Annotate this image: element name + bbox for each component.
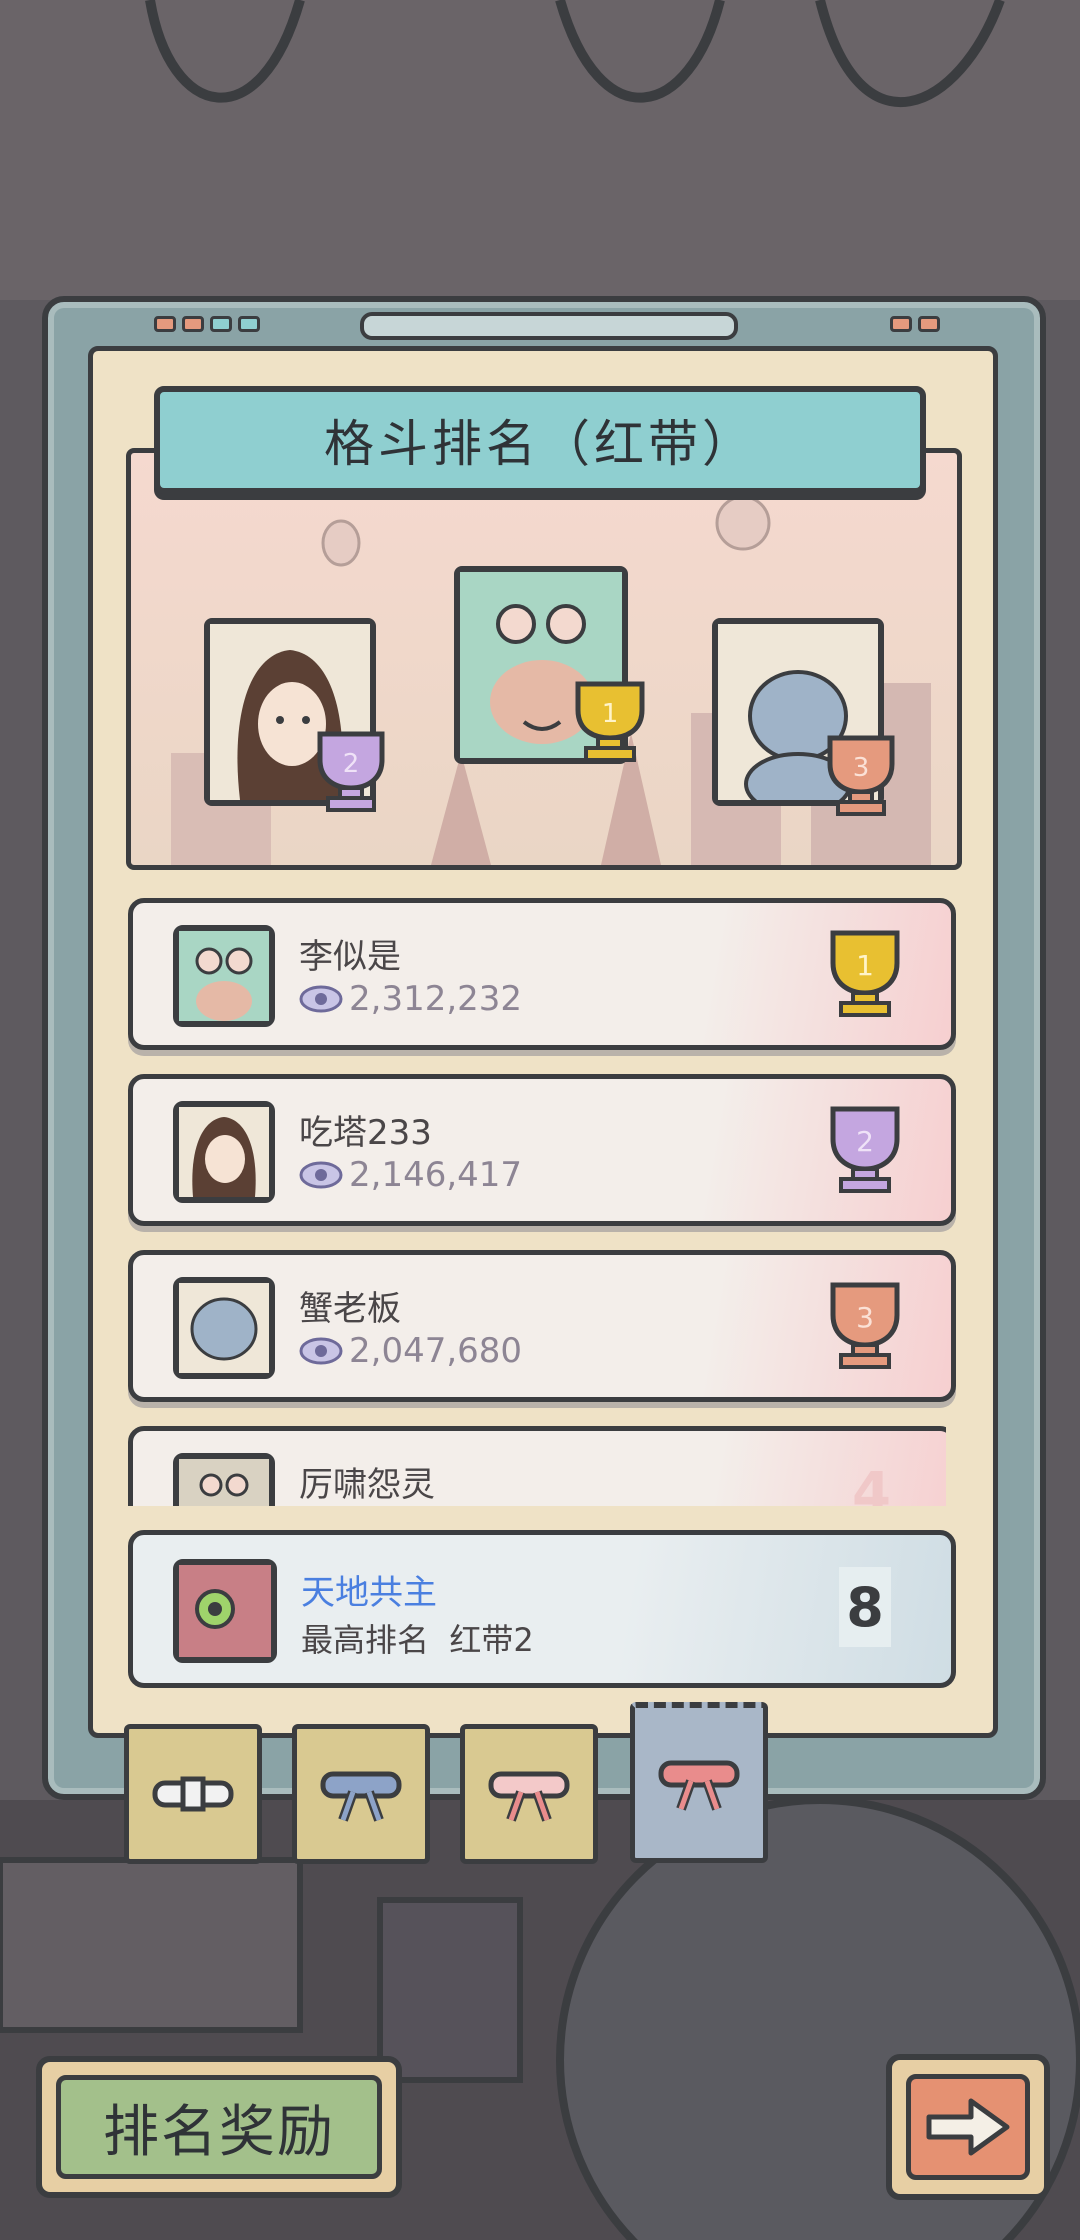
purple-trophy-icon: 2: [317, 731, 385, 812]
rank-number: 4: [852, 1461, 891, 1506]
my-rank-row[interactable]: 天地共主 最高排名 红带2 8: [128, 1530, 956, 1688]
white-belt-icon: [152, 1776, 234, 1812]
best-rank-value: 红带2: [449, 1621, 534, 1659]
svg-text:1: 1: [602, 699, 619, 729]
my-player-name: 天地共主: [301, 1573, 437, 1613]
svg-text:2: 2: [343, 749, 360, 779]
player-name: 李似是: [299, 937, 401, 977]
ranking-row-1[interactable]: 李似是 2,312,232 1: [128, 898, 956, 1050]
gold-trophy-icon: 1: [575, 681, 645, 762]
red-belt-icon: [658, 1760, 740, 1811]
score-value: 2,312,232: [349, 979, 523, 1019]
svg-text:2: 2: [856, 1125, 874, 1158]
indicator-light: [238, 316, 260, 332]
red-white-belt-icon: [488, 1771, 570, 1822]
tab-white-belt[interactable]: [124, 1724, 262, 1864]
ranking-reward-button[interactable]: 排名奖励: [36, 2056, 402, 2198]
score-value: 2,146,417: [349, 1155, 523, 1195]
bronze-trophy-icon: 3: [827, 735, 895, 816]
svg-text:3: 3: [856, 1301, 874, 1334]
svg-text:3: 3: [853, 753, 870, 783]
ranking-reward-label: 排名奖励: [56, 2075, 382, 2179]
bronze-trophy-icon: 3: [830, 1282, 900, 1369]
avatar: [173, 1453, 275, 1506]
ranking-row-3[interactable]: 蟹老板 2,047,680 3: [128, 1250, 956, 1402]
avatar: [173, 1559, 277, 1663]
svg-text:1: 1: [856, 949, 874, 982]
player-name: 蟹老板: [299, 1289, 401, 1329]
eye-icon: [299, 1337, 343, 1365]
device-top-bar: [360, 312, 738, 340]
next-button[interactable]: [886, 2054, 1050, 2200]
indicator-light: [918, 316, 940, 332]
player-name: 吃塔233: [299, 1113, 432, 1153]
avatar: [173, 1101, 275, 1203]
title-banner: 格斗排名（红带）: [154, 386, 926, 494]
indicator-light: [890, 316, 912, 332]
best-rank-label: 最高排名: [301, 1621, 430, 1659]
best-rank: 最高排名 红带2: [301, 1615, 534, 1661]
player-score: 2,146,417: [299, 1155, 522, 1195]
player-score: 2,312,232: [299, 979, 522, 1019]
score-value: 2,047,680: [349, 1331, 523, 1371]
page-title: 格斗排名（红带）: [324, 415, 756, 473]
indicator-light: [182, 316, 204, 332]
blue-belt-icon: [320, 1771, 402, 1822]
avatar: [173, 1277, 275, 1379]
player-score: 2,047,680: [299, 1331, 522, 1371]
player-name: 厉啸怨灵: [299, 1465, 435, 1505]
gold-trophy-icon: 1: [830, 930, 900, 1017]
tab-red-white-belt[interactable]: [460, 1724, 598, 1864]
ranking-row-4[interactable]: 厉啸怨灵 4: [128, 1426, 946, 1506]
indicator-light: [210, 316, 232, 332]
arrow-right-icon: [926, 2098, 1010, 2156]
ranking-row-4-clip: 厉啸怨灵 4: [128, 1426, 946, 1506]
tab-blue-belt[interactable]: [292, 1724, 430, 1864]
eye-icon: [299, 1161, 343, 1189]
my-rank-number: 8: [839, 1567, 891, 1647]
tab-red-belt[interactable]: [630, 1702, 768, 1863]
indicator-light: [154, 316, 176, 332]
avatar: [173, 925, 275, 1027]
eye-icon: [299, 985, 343, 1013]
ranking-row-2[interactable]: 吃塔233 2,146,417 2: [128, 1074, 956, 1226]
purple-trophy-icon: 2: [830, 1106, 900, 1193]
